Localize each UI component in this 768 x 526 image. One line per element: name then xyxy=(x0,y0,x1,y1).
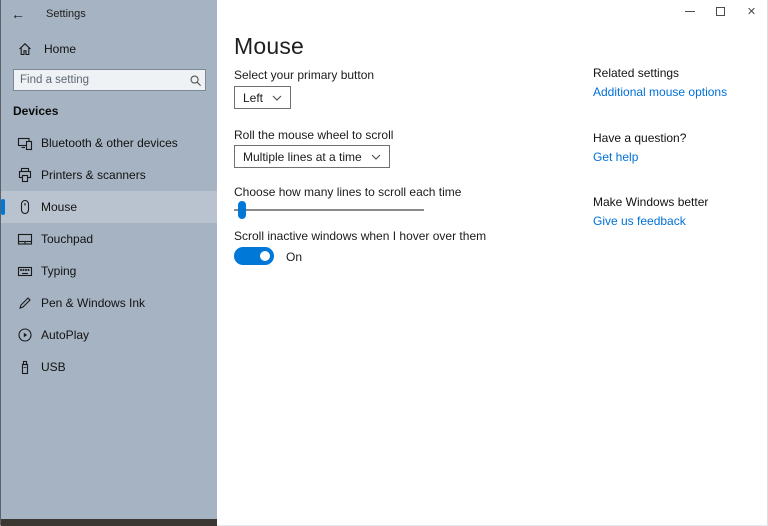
usb-icon xyxy=(17,359,33,375)
titlebar: ← Settings xyxy=(1,0,217,28)
close-icon: ✕ xyxy=(746,5,757,18)
primary-button-dropdown[interactable]: Left xyxy=(234,86,292,109)
search-box[interactable] xyxy=(13,69,206,91)
slider-track[interactable] xyxy=(234,209,424,211)
sidebar-item-label: Touchpad xyxy=(41,232,94,246)
keyboard-icon xyxy=(17,263,33,279)
make-windows-better-header: Make Windows better xyxy=(593,195,709,209)
sidebar-item-printers[interactable]: Printers & scanners xyxy=(1,159,217,191)
mouse-icon xyxy=(17,199,33,215)
additional-mouse-options-link[interactable]: Additional mouse options xyxy=(593,85,727,99)
sidebar-item-label: Printers & scanners xyxy=(41,168,146,182)
printer-icon xyxy=(17,167,33,183)
sidebar-item-usb[interactable]: USB xyxy=(1,351,217,383)
caption-buttons: ✕ xyxy=(674,0,767,22)
slider-thumb[interactable] xyxy=(238,201,246,219)
toggle-knob xyxy=(260,251,270,261)
back-button[interactable]: ← xyxy=(1,2,35,26)
touchpad-icon xyxy=(17,231,33,247)
have-a-question-header: Have a question? xyxy=(593,131,687,145)
sidebar-item-label: Bluetooth & other devices xyxy=(41,136,178,150)
sidebar-item-bluetooth[interactable]: Bluetooth & other devices xyxy=(1,127,217,159)
maximize-button[interactable] xyxy=(705,0,736,22)
sidebar-item-label: Typing xyxy=(41,264,77,278)
home-icon xyxy=(17,41,33,57)
wheel-scroll-label: Roll the mouse wheel to scroll xyxy=(234,128,394,142)
minimize-button[interactable] xyxy=(674,0,705,22)
scroll-lines-slider[interactable] xyxy=(234,201,424,219)
wheel-scroll-dropdown[interactable]: Multiple lines at a time xyxy=(234,145,390,168)
inactive-scroll-label: Scroll inactive windows when I hover ove… xyxy=(234,229,487,243)
sidebar-section-header: Devices xyxy=(13,104,59,118)
sidebar-item-mouse[interactable]: Mouse xyxy=(1,191,217,223)
sidebar-item-label: Home xyxy=(44,42,77,56)
sidebar-item-pen[interactable]: Pen & Windows Ink xyxy=(1,287,217,319)
devices-icon xyxy=(17,135,33,151)
scroll-lines-label: Choose how many lines to scroll each tim… xyxy=(234,185,462,199)
chevron-down-icon xyxy=(272,95,282,101)
primary-button-label: Select your primary button xyxy=(234,68,375,82)
desktop-edge-strip xyxy=(1,519,217,526)
close-button[interactable]: ✕ xyxy=(736,0,767,22)
sidebar-item-label: USB xyxy=(41,360,66,374)
minimize-icon xyxy=(684,10,695,12)
maximize-icon xyxy=(716,6,725,16)
dropdown-value: Left xyxy=(243,90,264,105)
pen-icon xyxy=(17,295,33,311)
sidebar-item-autoplay[interactable]: AutoPlay xyxy=(1,319,217,351)
back-arrow-icon: ← xyxy=(11,6,25,22)
sidebar: ← Settings Home Devices Bluetooth & othe… xyxy=(1,0,217,519)
sidebar-item-label: AutoPlay xyxy=(41,328,90,342)
window-title: Settings xyxy=(46,8,86,20)
page-title: Mouse xyxy=(234,33,305,59)
selected-indicator xyxy=(1,199,5,215)
give-us-feedback-link[interactable]: Give us feedback xyxy=(593,214,686,228)
autoplay-icon xyxy=(17,327,33,343)
inactive-scroll-toggle[interactable] xyxy=(234,247,274,265)
sidebar-item-typing[interactable]: Typing xyxy=(1,255,217,287)
sidebar-item-label: Pen & Windows Ink xyxy=(41,296,146,310)
sidebar-item-home[interactable]: Home xyxy=(1,37,217,61)
sidebar-item-label: Mouse xyxy=(41,200,78,214)
dropdown-value: Multiple lines at a time xyxy=(243,149,362,164)
related-settings-header: Related settings xyxy=(593,66,680,80)
get-help-link[interactable]: Get help xyxy=(593,150,638,164)
search-input[interactable] xyxy=(14,74,185,86)
chevron-down-icon xyxy=(371,154,381,160)
sidebar-item-touchpad[interactable]: Touchpad xyxy=(1,223,217,255)
settings-window: ← Settings Home Devices Bluetooth & othe… xyxy=(0,0,768,526)
toggle-state-label: On xyxy=(286,250,303,264)
search-icon[interactable] xyxy=(185,74,205,87)
